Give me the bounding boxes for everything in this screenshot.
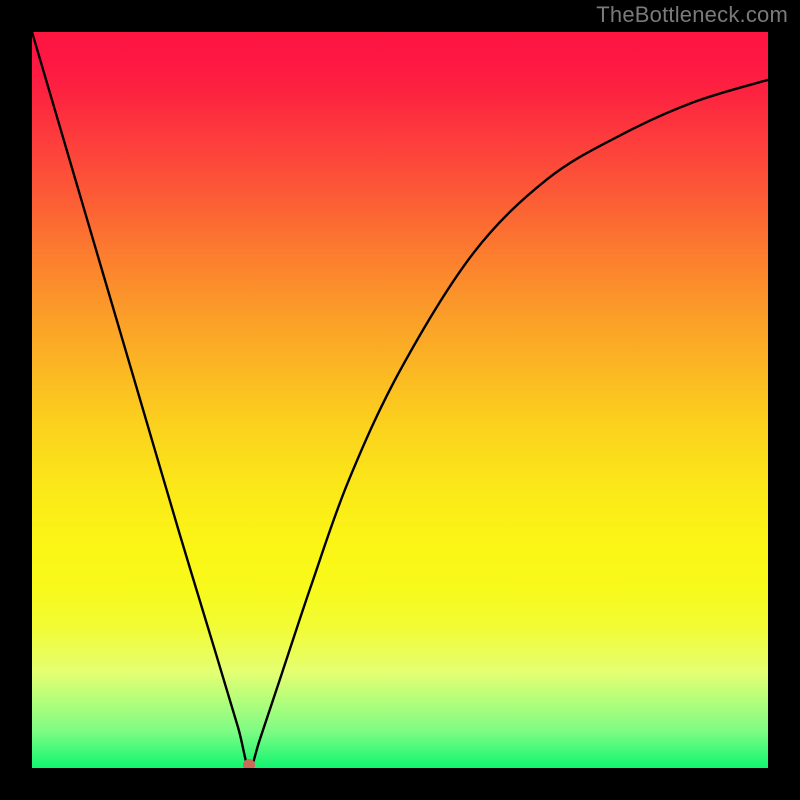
bottleneck-curve-path xyxy=(32,32,768,768)
plot-area xyxy=(32,32,768,768)
watermark-text: TheBottleneck.com xyxy=(596,2,788,28)
curve-svg xyxy=(32,32,768,768)
chart-container: TheBottleneck.com xyxy=(0,0,800,800)
